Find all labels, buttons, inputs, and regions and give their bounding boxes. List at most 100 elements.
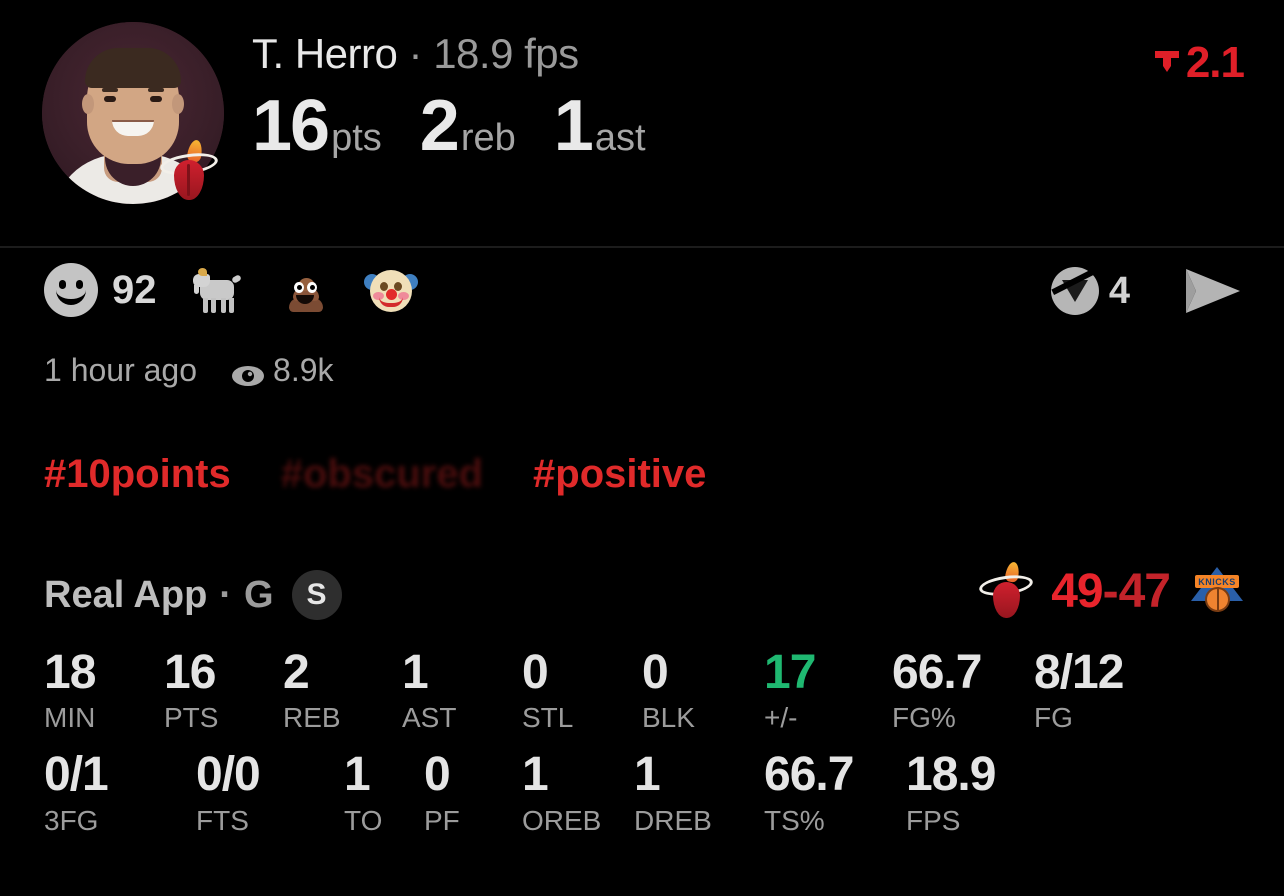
stat-value: 8/12	[1034, 646, 1124, 699]
stat-label: FG	[1034, 702, 1073, 734]
stat-label: OREB	[522, 804, 602, 836]
quick-stat-unit-reb: reb	[460, 117, 516, 159]
stat-label: STL	[522, 702, 574, 734]
app-separator: ·	[219, 573, 232, 616]
stat-ast: 1 AST	[402, 646, 522, 734]
stat-plusminus: 17 +/-	[764, 646, 892, 734]
stat-value: 17	[764, 646, 816, 699]
stat-label: AST	[402, 702, 457, 734]
header-text-block: T. Herro · 18.9 fps 16 pts 2 reb 1 ast	[252, 30, 684, 162]
player-title-line: T. Herro · 18.9 fps	[252, 30, 684, 78]
stat-stl: 0 STL	[522, 646, 642, 734]
stat-label: TS%	[764, 804, 825, 836]
away-score: 47	[1118, 564, 1171, 618]
stat-fts: 0/0 FTS	[196, 748, 344, 836]
stat-label: FTS	[196, 804, 249, 836]
stat-min: 18 MIN	[44, 646, 164, 734]
stat-label: FG%	[892, 702, 956, 734]
hashtag-list: #10points #obscured #positive	[44, 452, 756, 497]
title-separator: ·	[408, 30, 423, 77]
stat-dreb: 1 DREB	[634, 748, 764, 836]
stat-value: 1	[402, 646, 429, 699]
stat-oreb: 1 OREB	[522, 748, 634, 836]
stat-value: 66.7	[892, 646, 982, 699]
stat-value: 0	[522, 646, 549, 699]
hashtag-obscured[interactable]: #obscured	[281, 452, 483, 497]
stat-label: PTS	[164, 702, 219, 734]
goat-emoji-icon[interactable]	[191, 262, 247, 318]
stat-value: 2	[283, 646, 310, 699]
stat-value: 0	[424, 748, 451, 802]
stats-row-2: 0/1 3FG 0/0 FTS 1 TO 0 PF 1 OREB 1 DREB	[44, 748, 1244, 836]
hashtag-10points[interactable]: #10points	[44, 452, 231, 497]
stat-label: FPS	[906, 804, 961, 836]
quick-stat-value-pts: 16	[252, 86, 330, 166]
stat-reb: 2 REB	[283, 646, 402, 734]
stat-label: MIN	[44, 702, 96, 734]
smiley-face-icon[interactable]	[44, 263, 98, 317]
stat-label: TO	[344, 804, 383, 836]
stat-value: 0	[642, 646, 669, 699]
stat-label: REB	[283, 702, 341, 734]
stat-label: BLK	[642, 702, 695, 734]
player-header: T. Herro · 18.9 fps 16 pts 2 reb 1 ast 2…	[0, 0, 1284, 248]
poop-emoji-icon[interactable]	[277, 262, 333, 318]
stat-value: 1	[344, 748, 371, 802]
stat-value: 1	[522, 748, 549, 802]
score-dash: -	[1102, 564, 1119, 618]
stat-value: 66.7	[764, 748, 854, 802]
stat-tspct: 66.7 TS%	[764, 748, 906, 836]
app-source-row: Real App · G S	[44, 570, 342, 620]
quick-stat-value-ast: 1	[553, 86, 594, 166]
home-score: 49	[1051, 564, 1103, 618]
stat-label: DREB	[634, 804, 712, 836]
timestamp: 1 hour ago	[44, 352, 198, 388]
hashtag-positive[interactable]: #positive	[533, 452, 706, 497]
stat-value: 1	[634, 748, 661, 802]
stats-grid: 18 MIN 16 PTS 2 REB 1 AST 0 STL 0 BLK 17…	[44, 646, 1244, 837]
status-badge[interactable]: S	[291, 570, 342, 620]
trend-indicator: 2.1	[1152, 38, 1245, 88]
miami-heat-logo-icon	[158, 138, 222, 202]
eye-icon	[231, 359, 265, 386]
stat-value: 0/0	[196, 748, 261, 802]
avatar[interactable]	[42, 22, 224, 204]
stat-fgpct: 66.7 FG%	[892, 646, 1034, 734]
clown-emoji-icon[interactable]	[363, 262, 419, 318]
fps-label: 18.9 fps	[433, 30, 579, 77]
send-icon[interactable]	[1182, 266, 1244, 316]
trend-down-arrow-icon	[1152, 46, 1182, 80]
stat-pts: 16 PTS	[164, 646, 283, 734]
stat-pf: 0 PF	[424, 748, 522, 836]
quick-stat-value-reb: 2	[419, 86, 460, 166]
stat-blk: 0 BLK	[642, 646, 764, 734]
stat-label: +/-	[764, 702, 798, 734]
stat-value: 18	[44, 646, 96, 699]
stat-3fg: 0/1 3FG	[44, 748, 196, 836]
stat-label: 3FG	[44, 804, 99, 836]
reaction-bar: 92 4	[0, 262, 1284, 328]
scoreboard[interactable]: 49 - 47 KNICKS	[978, 561, 1246, 620]
stats-row-1: 18 MIN 16 PTS 2 REB 1 AST 0 STL 0 BLK 17…	[44, 646, 1244, 734]
comment-icon[interactable]	[1050, 266, 1099, 315]
stat-value: 16	[164, 646, 216, 699]
reaction-count: 92	[112, 267, 157, 312]
quick-stats-line: 16 pts 2 reb 1 ast	[252, 90, 684, 162]
comment-count: 4	[1108, 269, 1130, 312]
post-meta: 1 hour ago 8.9k	[44, 352, 334, 389]
stat-value: 0/1	[44, 748, 109, 802]
app-name: Real App	[44, 573, 208, 616]
stat-value: 18.9	[906, 748, 996, 802]
hashtag-obscured-text: #obscured	[280, 452, 484, 496]
action-group: 4	[1050, 266, 1244, 316]
stat-fps: 18.9 FPS	[906, 748, 996, 836]
quick-stat-unit-pts: pts	[331, 117, 382, 159]
period-label: G	[243, 573, 274, 616]
stat-label: PF	[424, 804, 460, 836]
stat-to: 1 TO	[344, 748, 424, 836]
reaction-group: 92	[44, 262, 449, 318]
page-title: T. Herro	[252, 30, 398, 77]
view-count: 8.9k	[273, 352, 334, 388]
stat-fg: 8/12 FG	[1034, 646, 1124, 734]
miami-heat-logo-icon	[978, 561, 1035, 620]
